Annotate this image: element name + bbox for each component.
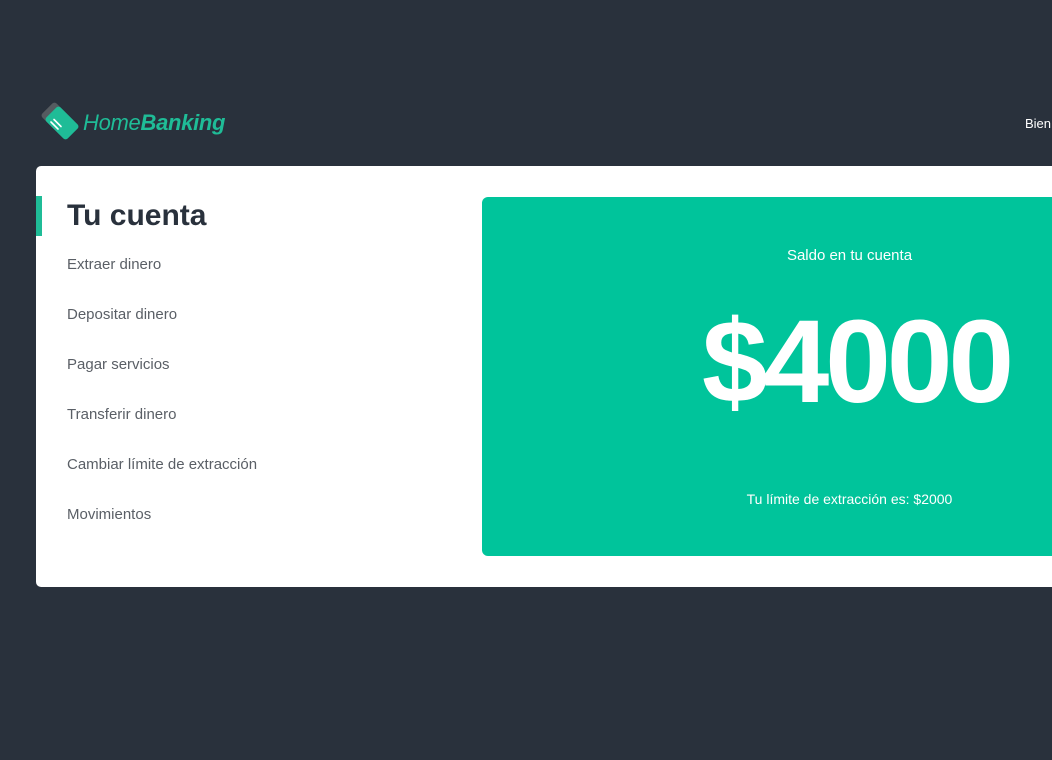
brand-name-bold: Banking (140, 110, 226, 135)
withdrawal-limit-text: Tu límite de extracción es: $2000 (746, 491, 953, 507)
menu-item-cambiar-limite[interactable]: Cambiar límite de extracción (67, 456, 257, 506)
brand-name-light: Home (83, 110, 141, 135)
credit-card-icon (41, 102, 79, 140)
menu-item-movimientos[interactable]: Movimientos (67, 506, 257, 556)
welcome-text: Bien (1025, 116, 1052, 131)
logo[interactable]: HomeBanking (38, 96, 225, 142)
account-card: Tu cuenta Extraer dinero Depositar diner… (36, 166, 1052, 587)
balance-amount: $4000 (702, 296, 1014, 428)
balance-panel: Saldo en tu cuenta $4000 Tu límite de ex… (482, 197, 1052, 556)
balance-label: Saldo en tu cuenta (786, 247, 913, 264)
page: HomeBanking Bien Tu cuenta Extraer diner… (0, 0, 1052, 760)
brand-name: HomeBanking (83, 110, 225, 136)
menu-item-depositar-dinero[interactable]: Depositar dinero (67, 306, 257, 356)
title-accent-bar (36, 196, 42, 236)
menu-item-extraer-dinero[interactable]: Extraer dinero (67, 256, 257, 306)
menu-item-transferir-dinero[interactable]: Transferir dinero (67, 406, 257, 456)
page-title: Tu cuenta (67, 199, 207, 232)
account-menu: Extraer dinero Depositar dinero Pagar se… (67, 256, 257, 556)
menu-item-pagar-servicios[interactable]: Pagar servicios (67, 356, 257, 406)
